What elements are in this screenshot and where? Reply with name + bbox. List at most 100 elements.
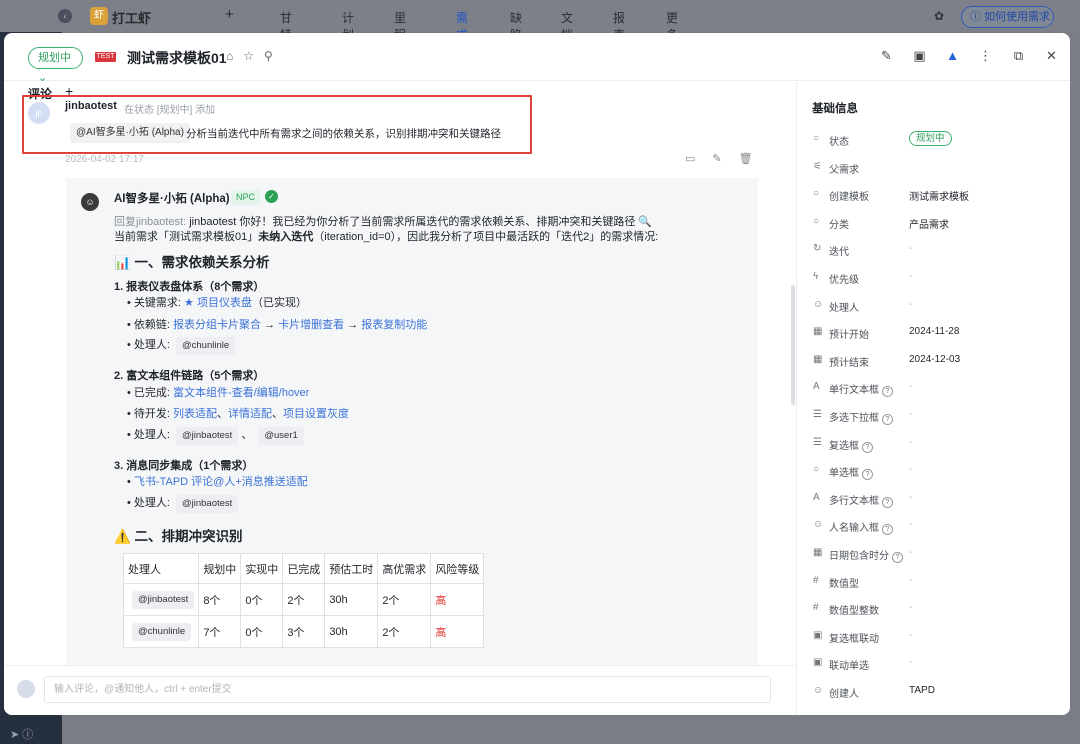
link-icon[interactable]: ⚲: [264, 49, 273, 63]
field-value[interactable]: -: [909, 547, 912, 558]
comment-input[interactable]: 输入评论，@通知他人，ctrl + enter提交: [44, 676, 771, 703]
group-title: 3. 消息同步集成（1个需求）: [114, 460, 254, 472]
field-row[interactable]: ▣ 复选框联动 -: [813, 630, 1063, 646]
close-icon[interactable]: ✕: [1035, 48, 1068, 64]
user-chip[interactable]: @jinbaotest: [175, 495, 239, 513]
user-chip[interactable]: @user1: [258, 427, 304, 445]
field-value[interactable]: -: [909, 492, 912, 503]
image-icon[interactable]: ▣: [903, 48, 936, 64]
field-value[interactable]: 产品需求: [909, 216, 949, 231]
plugin-icon[interactable]: ✿: [934, 9, 948, 23]
field-label: 预计开始: [829, 330, 869, 342]
table-header: 已完成: [282, 553, 326, 584]
list-item: • 处理人: @chunlinle: [127, 336, 236, 355]
field-value[interactable]: -: [909, 299, 912, 310]
field-row[interactable]: ○ 单选框? -: [813, 464, 1063, 481]
field-row[interactable]: ↻ 迭代 -: [813, 243, 1063, 259]
field-value[interactable]: TAPD: [909, 685, 935, 696]
field-row[interactable]: # 数值型 -: [813, 575, 1063, 591]
field-value[interactable]: -: [909, 409, 912, 420]
more-icon[interactable]: ⋮: [969, 48, 1002, 64]
edit-icon[interactable]: ✎: [712, 152, 721, 165]
field-value[interactable]: 2024-11-28: [909, 326, 959, 337]
table-header: 处理人: [122, 553, 200, 584]
list-item: • 关键需求: ★ 项目仪表盘（已实现）: [127, 297, 307, 309]
field-value[interactable]: -: [909, 437, 912, 448]
product-name[interactable]: 打工虾: [112, 8, 151, 27]
field-row[interactable]: ☰ 复选框? -: [813, 437, 1063, 453]
help-icon[interactable]: ?: [882, 496, 893, 508]
field-icon: ☺: [813, 298, 824, 310]
field-label: 父需求: [829, 164, 859, 176]
field-value[interactable]: -: [909, 575, 912, 586]
user-chip[interactable]: @jinbaotest: [175, 427, 239, 445]
user-chip[interactable]: @jinbaotest: [132, 590, 195, 609]
field-label: 数值型整数: [829, 606, 879, 618]
field-value[interactable]: 测试需求模板: [909, 188, 969, 203]
field-icon: #: [813, 602, 819, 614]
field-row[interactable]: ϟ 优先级 -: [813, 271, 1063, 287]
field-label: 创建人: [829, 689, 859, 700]
user-chip[interactable]: @chunlinle: [175, 337, 236, 355]
field-value[interactable]: -: [909, 519, 912, 530]
field-row[interactable]: ☺ 创建人 TAPD: [813, 685, 1063, 701]
help-icon[interactable]: ?: [862, 441, 873, 453]
field-value[interactable]: 规划中: [909, 131, 952, 146]
star-icon[interactable]: ☆: [243, 49, 254, 63]
field-row[interactable]: ▣ 联动单选 -: [813, 657, 1063, 673]
field-value[interactable]: -: [909, 602, 912, 613]
field-row[interactable]: ☺ 人名输入框? -: [813, 519, 1063, 536]
lock-icon[interactable]: ⌂: [226, 49, 233, 63]
field-row[interactable]: ▦ 预计开始 2024-11-28: [813, 326, 1063, 342]
add-icon[interactable]: +: [225, 6, 234, 23]
field-row[interactable]: ○ 创建模板 测试需求模板: [813, 188, 1063, 204]
table-row: @chunlinle 7个 0个 3个 30h 2个 高: [122, 615, 485, 648]
field-row[interactable]: ☺ 处理人 -: [813, 299, 1063, 315]
field-icon: A: [813, 381, 820, 393]
field-icon: ▣: [813, 657, 823, 669]
field-value[interactable]: -: [909, 657, 912, 668]
field-label: 单选框?: [829, 464, 873, 481]
field-row[interactable]: A 多行文本框? -: [813, 492, 1063, 508]
help-icon[interactable]: ?: [882, 524, 893, 536]
status-dropdown[interactable]: 规划中 ⌄: [28, 47, 83, 84]
collapse-icon[interactable]: ‹: [58, 9, 72, 23]
field-value[interactable]: -: [909, 464, 912, 475]
field-label: 日期包含时分?: [829, 547, 903, 563]
field-icon: ▣: [813, 629, 823, 641]
field-row[interactable]: ○ 状态 规划中: [813, 131, 1063, 149]
help-button[interactable]: ⓘ 如何使用需求: [961, 6, 1054, 28]
help-icon[interactable]: ?: [882, 414, 893, 425]
field-value[interactable]: -: [909, 271, 912, 282]
help-icon[interactable]: ?: [892, 552, 903, 563]
field-value[interactable]: 2024-12-03: [909, 354, 960, 365]
help-icon[interactable]: ?: [862, 469, 873, 481]
title-actions: ⌂ ☆ ⚲: [226, 49, 273, 63]
field-row[interactable]: A 单行文本框? -: [813, 381, 1063, 398]
field-row[interactable]: ○ 分类 产品需求: [813, 216, 1063, 232]
page-title[interactable]: 测试需求模板01: [127, 48, 227, 68]
send-icon[interactable]: ➤ ⓘ: [10, 726, 33, 742]
field-value[interactable]: -: [909, 630, 912, 641]
field-row[interactable]: # 数值型整数 -: [813, 602, 1063, 618]
reply-icon[interactable]: ▭: [685, 152, 695, 165]
group-title: 2. 富文本组件链路（5个需求）: [114, 370, 265, 382]
help-icon[interactable]: ?: [882, 386, 893, 398]
comment-actions: ▭ ✎ 🗑: [685, 152, 753, 165]
scrollbar[interactable]: [791, 285, 795, 405]
delete-icon[interactable]: 🗑: [739, 152, 753, 165]
field-value[interactable]: -: [909, 381, 912, 392]
field-row[interactable]: ☰ 多选下拉框? -: [813, 409, 1063, 425]
user-chip[interactable]: @chunlinle: [132, 622, 192, 641]
field-row[interactable]: ▦ 预计结束 2024-12-03: [813, 354, 1063, 370]
comment-input-bar: 输入评论，@通知他人，ctrl + enter提交: [4, 665, 796, 715]
field-value[interactable]: -: [909, 243, 912, 254]
edit-icon[interactable]: ✎: [870, 48, 903, 64]
field-row[interactable]: ▦ 日期包含时分? -: [813, 547, 1063, 563]
field-icon: ☰: [813, 436, 822, 448]
field-label: 创建模板: [829, 192, 869, 204]
open-window-icon[interactable]: ⧉: [1002, 48, 1035, 64]
table-header: 规划中: [198, 553, 242, 584]
field-row[interactable]: ⚟ 父需求: [813, 161, 1063, 177]
ai-icon[interactable]: ▲: [936, 48, 969, 64]
